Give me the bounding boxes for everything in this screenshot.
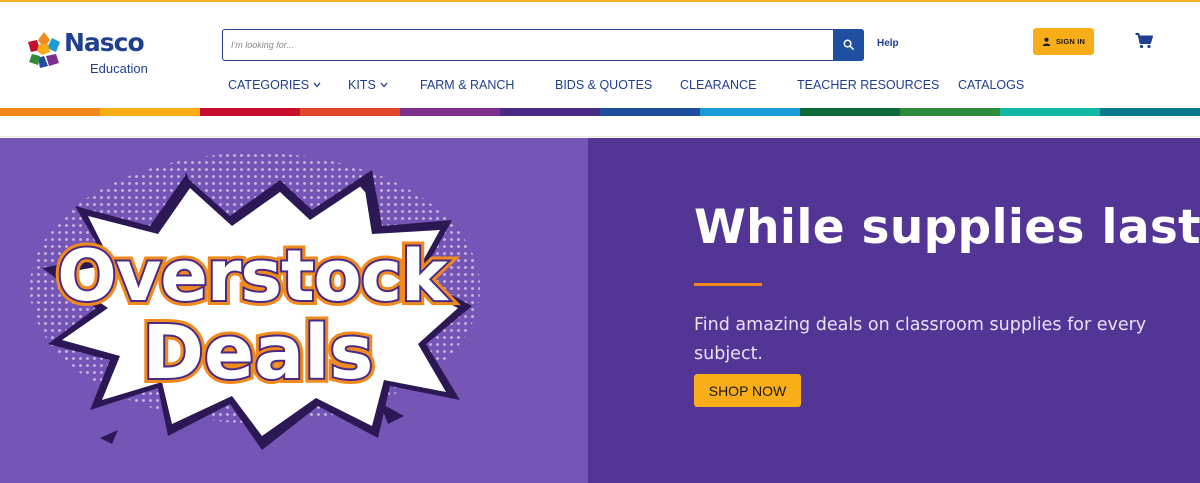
brand-subtitle: Education [90,61,148,76]
rainbow-segment [200,108,300,116]
hero-graphic-panel: Overstock Overstock Deals Deals [0,138,588,483]
user-icon [1042,37,1051,46]
spark-mark [100,430,118,444]
nav-item-label: TEACHER RESOURCES [797,78,940,92]
rainbow-segment [600,108,700,116]
search-input[interactable] [231,36,821,54]
nav-item-kits[interactable]: KITS [348,78,388,92]
nav-item-label: KITS [348,78,376,92]
rainbow-segment [300,108,400,116]
hero-promo-panel: While supplies last! Find amazing deals … [588,138,1200,483]
brand-name: Nasco [64,28,145,57]
rainbow-segment [700,108,800,116]
rainbow-segment [1000,108,1100,116]
rainbow-segment [500,108,600,116]
rainbow-segment [1100,108,1200,116]
nav-item-clearance[interactable]: CLEARANCE [680,78,756,92]
deals-graphic-text-outline: Deals [143,310,374,396]
nav-item-label: BIDS & QUOTES [555,78,653,92]
search-button[interactable] [833,28,864,61]
nav-item-farm-ranch[interactable]: FARM & RANCH [420,78,514,92]
nav-item-teacher-resources[interactable]: TEACHER RESOURCES [797,78,939,92]
headline-divider [694,283,762,286]
overstock-graphic-text-outline: Overstock [57,235,449,317]
sign-in-label: SIGN IN [1055,37,1086,46]
nav-item-label: CATEGORIES [228,78,310,92]
nasco-logo[interactable]: Nasco Education [26,28,166,78]
nav-item-label: CATALOGS [958,78,1025,92]
rainbow-stripe [0,108,1200,116]
nav-item-categories[interactable]: CATEGORIES [228,78,321,92]
nasco-flower-logo-icon [28,32,60,68]
nav-item-label: CLEARANCE [680,78,757,92]
rainbow-segment [100,108,200,116]
shop-now-button[interactable]: SHOP NOW [694,374,801,407]
chevron-down-icon [380,82,388,88]
sign-in-button[interactable]: SIGN IN [1033,28,1094,55]
rainbow-segment [400,108,500,116]
main-navigation: CATEGORIES KITS FARM & RANCH BIDS & QUOT… [0,76,1200,96]
cart-icon[interactable] [1135,33,1153,49]
section-divider [0,136,1200,137]
hero-subtext: Find amazing deals on classroom supplies… [694,315,1147,364]
nav-item-catalogs[interactable]: CATALOGS [958,78,1024,92]
chevron-down-icon [313,82,321,88]
rainbow-segment [0,108,100,116]
help-link[interactable]: Help [877,38,899,49]
rainbow-segment [800,108,900,116]
search-icon [843,39,854,50]
site-header: Nasco Education Help SIGN IN CATEGORIES [0,2,1200,108]
nav-item-bids-quotes[interactable]: BIDS & QUOTES [555,78,652,92]
hero-headline: While supplies last! [694,200,1200,255]
overstock-deals-graphic[interactable]: Overstock Overstock Deals Deals [0,138,588,483]
nav-item-label: FARM & RANCH [420,78,515,92]
search-bar [222,28,864,61]
rainbow-segment [900,108,1000,116]
